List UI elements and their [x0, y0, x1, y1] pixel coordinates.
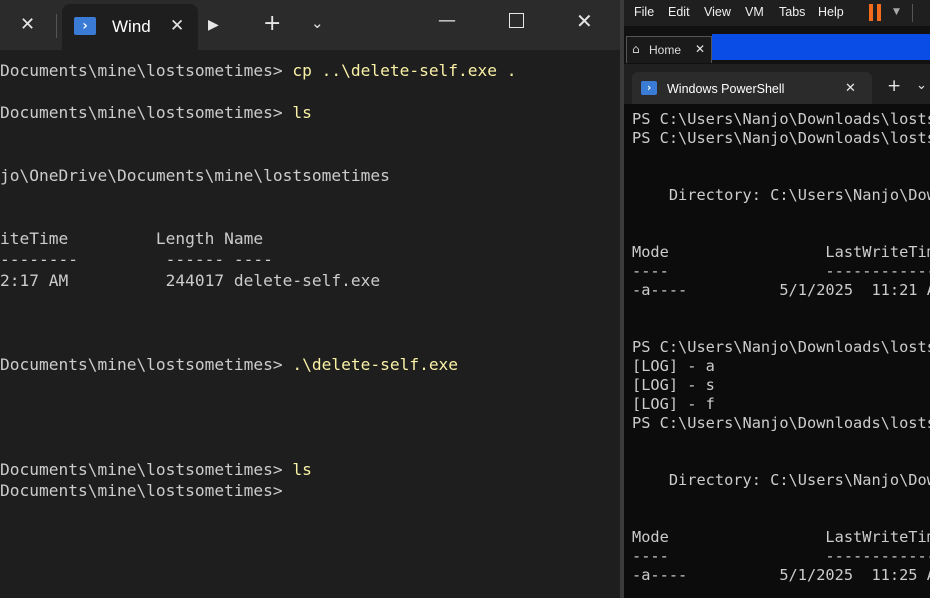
- vm-terminal-output[interactable]: PS C:\Users\Nanjo\Downloads\losts PS C:\U…: [632, 110, 930, 585]
- terminal-command: cp ..\delete-self.exe .: [292, 61, 517, 80]
- terminal-text: Documents\mine\lostsometimes>: [0, 481, 283, 500]
- terminal-line: 2:17 AM 244017 delete-self.exe: [0, 270, 620, 291]
- terminal-line: iteTime Length Name: [0, 228, 620, 249]
- toolbar-separator: [912, 4, 913, 22]
- terminal-text: Documents\mine\lostsometimes>: [0, 355, 293, 374]
- terminal-line: Documents\mine\lostsometimes> .\delete-s…: [0, 354, 620, 375]
- terminal-command: ls: [292, 103, 312, 122]
- pause-icon[interactable]: [869, 4, 881, 21]
- terminal-line: [LOG] - a: [632, 357, 715, 375]
- menu-vm[interactable]: VM: [745, 5, 764, 19]
- ps-tab-title: Windows PowerShell: [667, 82, 785, 96]
- powershell-icon: ›: [74, 17, 96, 35]
- terminal-line: -a---- 5/1/2025 11:25 A: [632, 566, 930, 584]
- terminal-line: Documents\mine\lostsometimes>: [0, 480, 620, 501]
- menu-help[interactable]: Help: [818, 5, 844, 19]
- chevron-down-icon[interactable]: ⌄: [916, 79, 927, 92]
- terminal-line: PS C:\Users\Nanjo\Downloads\losts: [632, 110, 930, 128]
- terminal-line: Directory: C:\Users\Nanjo\Dow: [632, 471, 930, 489]
- chevron-down-icon[interactable]: ⌄: [311, 16, 324, 31]
- terminal-line: Mode LastWriteTim: [632, 528, 930, 546]
- terminal-line: PS C:\Users\Nanjo\Downloads\losts: [632, 414, 930, 432]
- new-tab-icon[interactable]: +: [887, 78, 901, 95]
- terminal-line: Directory: C:\Users\Nanjo\Dow: [632, 186, 930, 204]
- powershell-icon: ›: [641, 81, 657, 95]
- terminal-line: PS C:\Users\Nanjo\Downloads\losts: [632, 129, 930, 147]
- terminal-line: [LOG] - s: [632, 376, 715, 394]
- terminal-command: .\delete-self.exe: [292, 355, 459, 374]
- left-tab-bar: ✕ › Wind ✕ ▶ + ⌄ — ✕: [0, 0, 620, 50]
- tab-close-icon[interactable]: ✕: [170, 18, 184, 35]
- play-icon[interactable]: ▶: [208, 18, 219, 32]
- menu-tabs[interactable]: Tabs: [779, 5, 805, 19]
- terminal-text: Documents\mine\lostsometimes>: [0, 61, 293, 80]
- tab-home[interactable]: ⌂ Home ✕: [626, 36, 712, 63]
- terminal-line: jo\OneDrive\Documents\mine\lostsometimes: [0, 165, 620, 186]
- terminal-text: Documents\mine\lostsometimes>: [0, 460, 293, 479]
- pause-dropdown-icon[interactable]: ▼: [893, 8, 900, 17]
- terminal-line: Documents\mine\lostsometimes> cp ..\dele…: [0, 60, 620, 81]
- terminal-line: -a---- 5/1/2025 11:21 A: [632, 281, 930, 299]
- left-terminal-window: ✕ › Wind ✕ ▶ + ⌄ — ✕ Documents\mine\lost…: [0, 0, 620, 598]
- terminal-text: Documents\mine\lostsometimes>: [0, 103, 293, 122]
- terminal-line: [LOG] - f: [632, 395, 715, 413]
- menu-edit[interactable]: Edit: [668, 5, 690, 19]
- powershell-tab-bar: › Windows PowerShell ✕ + ⌄: [624, 64, 930, 104]
- window-close-icon[interactable]: ✕: [576, 11, 593, 31]
- terminal-text: -------- ------ ----: [0, 250, 273, 269]
- terminal-command: ls: [292, 460, 312, 479]
- menu-bar: File Edit View VM Tabs Help ▼: [624, 0, 930, 26]
- close-icon[interactable]: ✕: [20, 16, 35, 34]
- terminal-line: PS C:\Users\Nanjo\Downloads\losts: [632, 338, 930, 356]
- terminal-line: ---- ------------: [632, 262, 930, 280]
- tab-title: Wind: [112, 17, 151, 36]
- menu-view[interactable]: View: [704, 5, 731, 19]
- minimize-icon[interactable]: —: [438, 12, 456, 30]
- right-vm-window: File Edit View VM Tabs Help ▼ ⌂ Home ✕ ›…: [624, 0, 930, 598]
- terminal-line: ---- ------------: [632, 547, 930, 565]
- menu-file[interactable]: File: [634, 5, 654, 19]
- terminal-line: -------- ------ ----: [0, 249, 620, 270]
- vm-tab-active[interactable]: [712, 34, 930, 60]
- home-tab-close-icon[interactable]: ✕: [695, 43, 705, 55]
- home-tab-label: Home: [649, 43, 682, 57]
- tab-windows-powershell[interactable]: › Wind ✕: [62, 4, 198, 50]
- vm-tab-strip: ⌂ Home ✕: [624, 26, 930, 65]
- terminal-line: Documents\mine\lostsometimes> ls: [0, 459, 620, 480]
- terminal-text: jo\OneDrive\Documents\mine\lostsometimes: [0, 166, 390, 185]
- terminal-line: Mode LastWriteTim: [632, 243, 930, 261]
- new-tab-icon[interactable]: +: [263, 13, 281, 35]
- maximize-icon[interactable]: [509, 13, 524, 28]
- terminal-output[interactable]: Documents\mine\lostsometimes> cp ..\dele…: [0, 60, 620, 501]
- terminal-text: 2:17 AM 244017 delete-self.exe: [0, 271, 381, 290]
- home-icon: ⌂: [632, 42, 640, 56]
- tab-separator: [56, 14, 57, 38]
- terminal-line: Documents\mine\lostsometimes> ls: [0, 102, 620, 123]
- tab-windows-powershell-vm[interactable]: › Windows PowerShell ✕: [632, 72, 872, 104]
- terminal-text: iteTime Length Name: [0, 229, 264, 248]
- ps-tab-close-icon[interactable]: ✕: [845, 82, 856, 95]
